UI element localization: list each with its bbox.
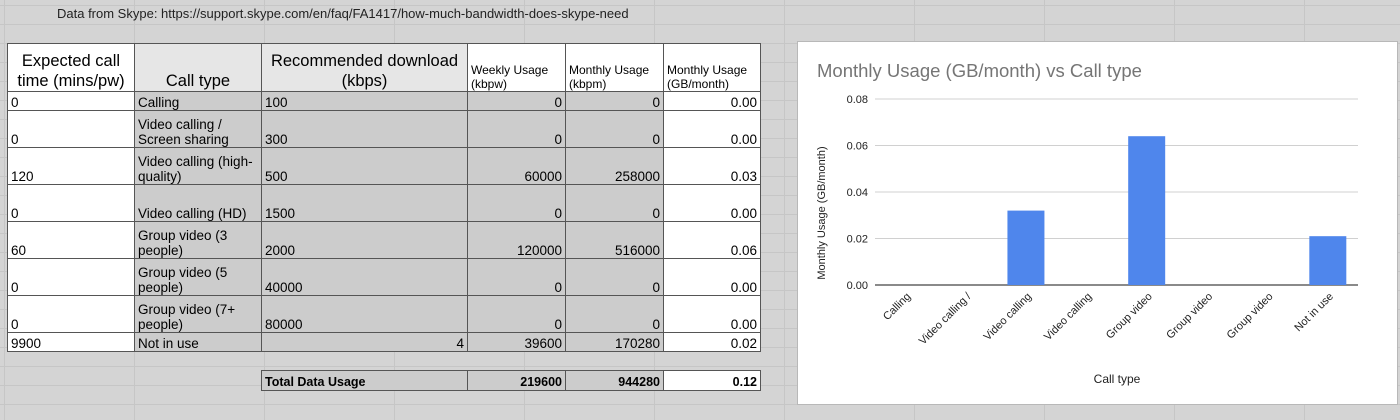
cell-call-type[interactable]: Video calling (HD) (134, 184, 262, 222)
x-tick-label: Group video (1164, 291, 1215, 342)
cell-monthly-gb[interactable]: 0.00 (663, 184, 761, 222)
cell-call-type[interactable]: Not in use (134, 332, 262, 352)
cell-weekly[interactable]: 0 (467, 110, 566, 148)
chart-card[interactable]: Monthly Usage (GB/month) vs Call type 0.… (797, 41, 1398, 405)
cell-mins[interactable]: 0 (7, 110, 135, 148)
header-expected-call-time[interactable]: Expected call time (mins/pw) (7, 43, 135, 92)
cell-call-type[interactable]: Video calling (high-quality) (134, 147, 262, 185)
cell-monthly-gb[interactable]: 0.00 (663, 110, 761, 148)
y-tick-label: 0.04 (847, 187, 868, 199)
cell-weekly[interactable]: 0 (467, 258, 566, 296)
cell-monthly[interactable]: 0 (565, 295, 664, 333)
header-monthly-usage-gb[interactable]: Monthly Usage (GB/month) (663, 43, 761, 92)
cell-monthly[interactable]: 516000 (565, 221, 664, 259)
cell-monthly-gb[interactable]: 0.00 (663, 295, 761, 333)
x-tick-label: Calling (881, 291, 913, 323)
cell-weekly[interactable]: 0 (467, 91, 566, 111)
total-row: Total Data Usage 219600 944280 0.12 (8, 370, 761, 391)
cell-mins[interactable]: 0 (7, 91, 135, 111)
cell-monthly-gb[interactable]: 0.03 (663, 147, 761, 185)
cell-recommended-kbps[interactable]: 100 (261, 91, 468, 111)
x-tick-label: Group video (1104, 291, 1155, 342)
spacer-row (8, 352, 761, 371)
table-row: 0 Group video (7+ people) 80000 0 0 0.00 (7, 295, 761, 333)
bar[interactable] (1128, 136, 1166, 285)
table-row: 0 Group video (5 people) 40000 0 0 0.00 (7, 258, 761, 296)
table-row: 0 Video calling (HD) 1500 0 0 0.00 (7, 184, 761, 222)
cell-call-type[interactable]: Group video (5 people) (134, 258, 262, 296)
cell-weekly[interactable]: 120000 (467, 221, 566, 259)
cell-monthly[interactable]: 0 (565, 184, 664, 222)
y-tick-label: 0.06 (847, 141, 868, 153)
table-body: 0 Calling 100 0 0 0.00 0 Video calling / Screen… (7, 91, 761, 352)
cell-monthly-gb[interactable]: 0.00 (663, 91, 761, 111)
y-tick-label: 0.02 (847, 234, 868, 246)
cell-mins[interactable]: 9900 (7, 332, 135, 352)
cell-monthly-gb[interactable]: 0.06 (663, 221, 761, 259)
cell-weekly[interactable]: 39600 (467, 332, 566, 352)
header-monthly-usage[interactable]: Monthly Usage (kbpm) (565, 43, 664, 92)
table-row: 120 Video calling (high-quality) 500 60000 2… (7, 147, 761, 185)
source-note[interactable]: Data from Skype: https://support.skype.c… (57, 6, 629, 21)
table-row: 0 Video calling / Screen sharing 300 0 0 0.00 (7, 110, 761, 148)
x-tick-label: Video calling (982, 291, 1034, 343)
x-axis-label: Call type (1094, 372, 1141, 386)
header-recommended-download[interactable]: Recommended download (kbps) (261, 43, 468, 92)
cell-weekly[interactable]: 0 (467, 184, 566, 222)
cell-call-type[interactable]: Video calling / Screen sharing (134, 110, 262, 148)
cell-recommended-kbps[interactable]: 300 (261, 110, 468, 148)
table-row: 60 Group video (3 people) 2000 120000 516000… (7, 221, 761, 259)
cell-monthly[interactable]: 0 (565, 258, 664, 296)
x-tick-label: Not in use (1292, 291, 1336, 335)
cell-recommended-kbps[interactable]: 2000 (261, 221, 468, 259)
x-tick-label: Video calling (1042, 291, 1094, 343)
table-row: 9900 Not in use 4 39600 170280 0.02 (7, 332, 761, 352)
cell-monthly-gb[interactable]: 0.02 (663, 332, 761, 352)
header-row: Expected call time (mins/pw) Call type R… (7, 43, 761, 92)
cell-call-type[interactable]: Group video (3 people) (134, 221, 262, 259)
cell-mins[interactable]: 0 (7, 295, 135, 333)
cell-recommended-kbps[interactable]: 1500 (261, 184, 468, 222)
table-row: 0 Calling 100 0 0 0.00 (7, 91, 761, 111)
cell-monthly[interactable]: 0 (565, 91, 664, 111)
x-tick-label: Video calling / (917, 290, 974, 347)
total-monthly[interactable]: 944280 (565, 370, 664, 391)
cell-monthly[interactable]: 258000 (565, 147, 664, 185)
total-weekly[interactable]: 219600 (467, 370, 566, 391)
cell-monthly[interactable]: 0 (565, 110, 664, 148)
cell-mins[interactable]: 120 (7, 147, 135, 185)
cell-recommended-kbps[interactable]: 500 (261, 147, 468, 185)
cell-weekly[interactable]: 60000 (467, 147, 566, 185)
cell-recommended-kbps[interactable]: 40000 (261, 258, 468, 296)
x-tick-label: Group video (1225, 291, 1276, 342)
y-axis-label: Monthly Usage (GB/month) (816, 146, 828, 279)
y-tick-label: 0.00 (847, 280, 868, 292)
y-tick-label: 0.08 (847, 94, 868, 106)
cell-recommended-kbps[interactable]: 4 (261, 332, 468, 352)
total-label[interactable]: Total Data Usage (261, 370, 468, 391)
cell-monthly[interactable]: 170280 (565, 332, 664, 352)
header-call-type[interactable]: Call type (134, 43, 262, 92)
cell-monthly-gb[interactable]: 0.00 (663, 258, 761, 296)
bar[interactable] (1007, 210, 1045, 285)
cell-mins[interactable]: 60 (7, 221, 135, 259)
bar-chart: 0.000.020.040.060.08Calling Video calling… (816, 94, 1358, 386)
bar[interactable] (1309, 236, 1347, 285)
cell-call-type[interactable]: Calling (134, 91, 262, 111)
cell-mins[interactable]: 0 (7, 258, 135, 296)
cell-call-type[interactable]: Group video (7+ people) (134, 295, 262, 333)
total-monthly-gb[interactable]: 0.12 (663, 370, 761, 391)
cell-mins[interactable]: 0 (7, 184, 135, 222)
cell-weekly[interactable]: 0 (467, 295, 566, 333)
data-table: Expected call time (mins/pw) Call type R… (7, 43, 761, 391)
cell-recommended-kbps[interactable]: 80000 (261, 295, 468, 333)
header-weekly-usage[interactable]: Weekly Usage (kbpw) (467, 43, 566, 92)
